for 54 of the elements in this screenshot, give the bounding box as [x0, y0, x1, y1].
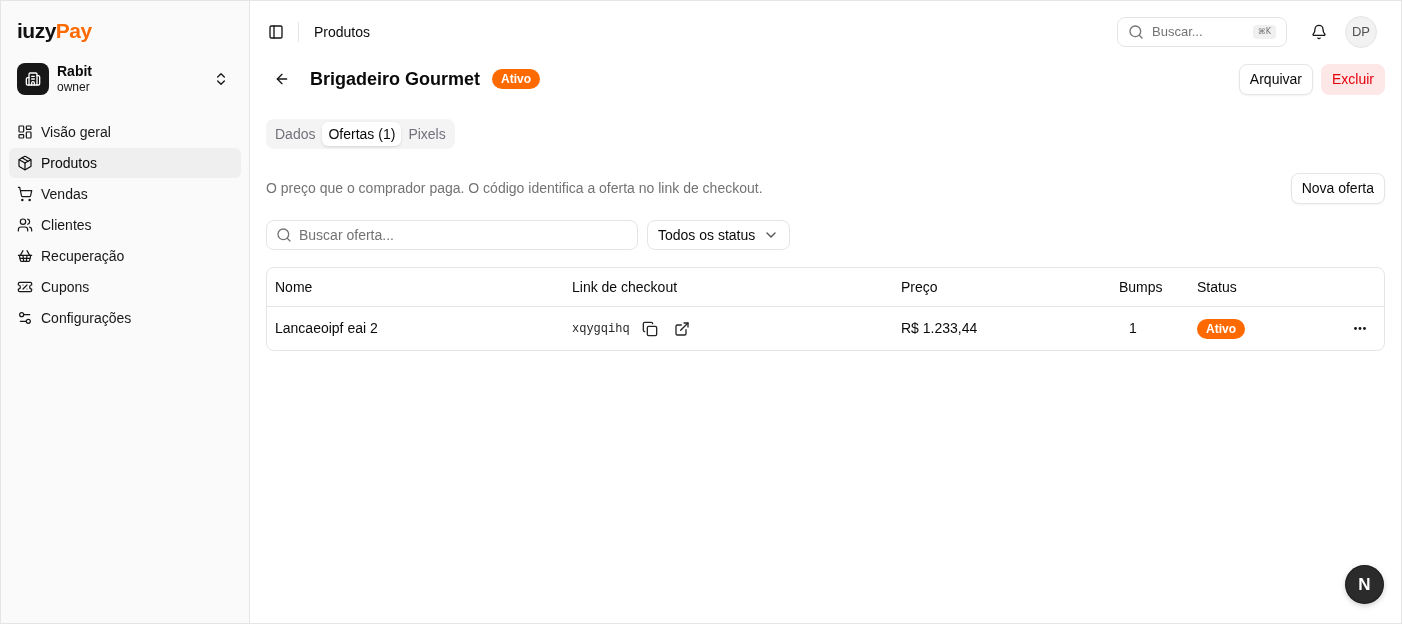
column-header: Status [1197, 278, 1237, 295]
brand-logo: iuzyPay [17, 19, 92, 41]
checkout-code: xqygqihq [572, 320, 630, 338]
delete-button[interactable]: Excluir [1321, 63, 1385, 95]
table-cell: Lancaeoipf eai 2 [275, 320, 378, 336]
breadcrumb[interactable]: Produtos [314, 21, 371, 43]
search-icon [1128, 24, 1144, 40]
tab[interactable]: Pixels [402, 122, 452, 146]
building-icon [17, 63, 49, 95]
nav-item[interactable]: Visão geral [9, 117, 241, 147]
table-cell: R$ 1.233,44 [901, 320, 978, 336]
nav-item[interactable]: Configurações [9, 303, 241, 333]
offer-search-field[interactable]: Buscar oferta... [266, 220, 638, 250]
user-avatar[interactable]: DP [1345, 16, 1377, 48]
description-text: O preço que o comprador paga. O código identifica a oferta no link de checkout. [266, 179, 764, 198]
status-filter-select[interactable]: Todos os status [647, 220, 791, 250]
nav-item[interactable]: Recuperação [9, 241, 241, 271]
archive-button[interactable]: Arquivar [1238, 63, 1313, 95]
column-header: Bumps [1119, 278, 1163, 295]
more-icon [1354, 327, 1366, 330]
workspace-switcher[interactable]: Rabit owner [9, 61, 241, 97]
workspace-role: owner [57, 80, 91, 96]
basket-icon [17, 248, 33, 264]
search-field[interactable]: Buscar... ⌘K [1117, 17, 1287, 47]
nav-item[interactable]: Produtos [9, 148, 241, 178]
box-icon [17, 155, 33, 171]
table-row[interactable]: Lancaeoipf eai 2 xqygqihq R$ 1.233,44 1 Ativo [267, 307, 1384, 350]
bell-icon [1311, 24, 1327, 40]
column-header: Nome [275, 278, 313, 295]
users-icon [17, 217, 33, 233]
status-badge: Ativo [1197, 319, 1245, 339]
nav-item[interactable]: Vendas [9, 179, 241, 209]
status-badge: Ativo [492, 69, 541, 89]
external-link-icon [673, 320, 690, 337]
new-offer-button[interactable]: Nova oferta [1290, 173, 1385, 204]
copy-icon [641, 320, 658, 337]
cart-icon [17, 186, 33, 202]
dev-tools-button[interactable]: N [1346, 566, 1383, 603]
search-icon [276, 227, 292, 243]
column-header: Preço [901, 278, 938, 295]
product-title: Brigadeiro Gourmet [310, 67, 481, 91]
ticket-icon [17, 279, 33, 295]
sliders-icon [17, 310, 33, 326]
nav-item[interactable]: Cupons [9, 272, 241, 302]
shortcut-hint: ⌘K [1252, 25, 1276, 39]
panel-left-icon [268, 24, 284, 40]
workspace-name: Rabit [57, 62, 93, 81]
column-header: Link de checkout [572, 278, 678, 295]
table-cell: 1 [1129, 320, 1137, 336]
tab[interactable]: Dados [269, 122, 322, 146]
tab[interactable]: Ofertas (1) [322, 122, 402, 146]
back-arrow-icon [274, 71, 290, 87]
nav-item[interactable]: Clientes [9, 210, 241, 240]
dashboard-icon [17, 124, 33, 140]
